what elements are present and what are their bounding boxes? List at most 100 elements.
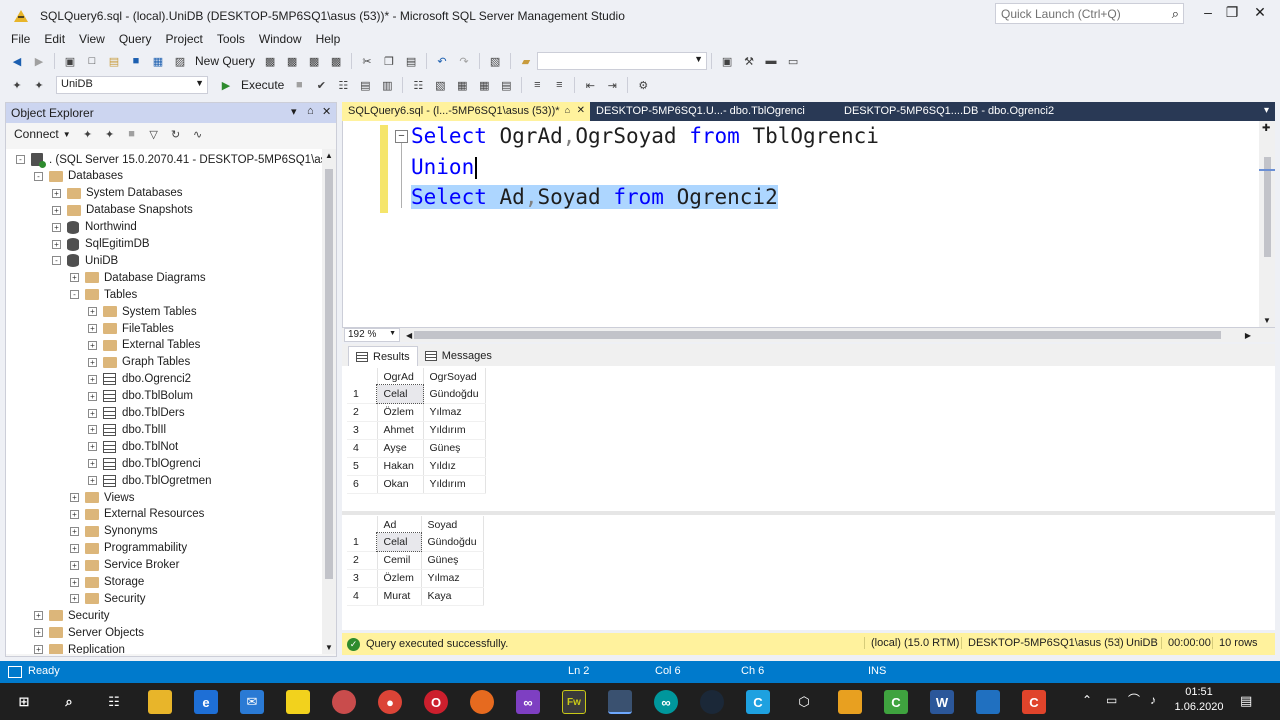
row-number[interactable]: 5: [347, 457, 378, 476]
results-file-icon[interactable]: ▤: [498, 77, 514, 93]
tree-node[interactable]: - UniDB: [52, 252, 118, 269]
expand-icon[interactable]: +: [70, 560, 79, 570]
expand-icon[interactable]: +: [88, 476, 97, 486]
comment-icon[interactable]: ≡: [529, 77, 545, 93]
pin-icon[interactable]: ⌂: [565, 105, 570, 115]
arduino-icon[interactable]: ∞: [654, 690, 678, 714]
tab-tblogrenci[interactable]: DESKTOP-5MP6SQ1.U...- dbo.TblOgrenci: [590, 102, 838, 121]
expand-icon[interactable]: +: [70, 273, 79, 283]
grid-cell[interactable]: Yıldırım: [423, 421, 486, 440]
close-panel-icon[interactable]: ✕: [322, 105, 331, 118]
navigate-icon[interactable]: ▰: [518, 53, 534, 69]
sticky-notes-icon[interactable]: [286, 690, 310, 714]
sql-editor[interactable]: − Select OgrAd,OgrSoyad from TblOgrenci …: [342, 121, 1275, 327]
paint-icon[interactable]: [332, 690, 356, 714]
tree-node[interactable]: + External Tables: [88, 337, 200, 354]
menu-query[interactable]: Query: [112, 32, 159, 46]
tree-node[interactable]: + Database Snapshots: [52, 202, 193, 219]
grid-cell[interactable]: Murat: [377, 587, 422, 606]
grid-cell[interactable]: Güneş: [421, 551, 484, 570]
expand-icon[interactable]: +: [70, 543, 79, 553]
table-row[interactable]: 4 Murat Kaya: [347, 587, 484, 606]
zoom-select[interactable]: 192 % ▼: [344, 328, 400, 342]
result-grid-1[interactable]: OgrAd OgrSoyad 1 Celal Gündoğdu 2 Özlem Yılmaz 3…: [347, 368, 486, 494]
task-view-icon[interactable]: ☷: [102, 690, 126, 714]
change-connection-icon[interactable]: ✦: [31, 77, 47, 93]
tree-node[interactable]: + Server Objects: [34, 624, 144, 641]
expand-icon[interactable]: +: [88, 374, 97, 384]
toolbox-icon[interactable]: ▬: [763, 53, 779, 69]
chevron-down-icon[interactable]: ▼: [63, 130, 71, 139]
expand-icon[interactable]: +: [88, 324, 97, 333]
close-button[interactable]: ✕: [1240, 4, 1280, 21]
photos-icon[interactable]: [976, 690, 1000, 714]
activity-monitor-icon[interactable]: ▧: [487, 53, 503, 69]
scroll-right-icon[interactable]: ▶: [1245, 331, 1251, 340]
expand-icon[interactable]: +: [52, 239, 61, 249]
row-number[interactable]: 3: [347, 569, 378, 588]
results-grid-icon[interactable]: ▦: [476, 77, 492, 93]
column-header[interactable]: Soyad: [421, 516, 484, 533]
tree-node[interactable]: + dbo.TblOgrenci: [88, 455, 201, 472]
tab-results[interactable]: Results: [348, 346, 418, 366]
live-stats-icon[interactable]: ▧: [432, 77, 448, 93]
row-number[interactable]: 1: [347, 385, 378, 404]
editor-scrollbar[interactable]: ✚ ▼: [1259, 121, 1275, 327]
client-stats-icon[interactable]: ▦: [454, 77, 470, 93]
grid-cell[interactable]: Yıldız: [423, 457, 486, 476]
grid-corner[interactable]: [347, 516, 378, 533]
row-number[interactable]: 4: [347, 587, 378, 606]
scroll-up-icon[interactable]: ▲: [325, 151, 333, 160]
tree-node[interactable]: + dbo.TblIl: [88, 421, 166, 438]
grid-cell[interactable]: Celal: [376, 532, 422, 552]
back-icon[interactable]: ◀: [9, 53, 25, 69]
expand-icon[interactable]: +: [70, 577, 79, 587]
row-number[interactable]: 3: [347, 421, 378, 440]
edge-icon[interactable]: e: [194, 690, 218, 714]
clock[interactable]: 01:51 1.06.2020: [1170, 685, 1228, 715]
tree-node[interactable]: + Graph Tables: [88, 354, 190, 371]
find-combo[interactable]: ▼: [537, 52, 708, 70]
tab-messages[interactable]: Messages: [418, 346, 499, 366]
solution-explorer-icon[interactable]: ▣: [719, 53, 735, 69]
undo-icon[interactable]: ↶: [434, 53, 450, 69]
column-header[interactable]: OgrSoyad: [423, 368, 486, 385]
display-plan-icon[interactable]: ☷: [335, 77, 351, 93]
grid-cell[interactable]: Yılmaz: [421, 569, 484, 588]
expand-icon[interactable]: +: [88, 307, 97, 317]
table-row[interactable]: 1 Celal Gündoğdu: [347, 384, 486, 404]
paste-icon[interactable]: ▤: [403, 53, 419, 69]
row-number[interactable]: 4: [347, 439, 378, 458]
tree-node[interactable]: + Synonyms: [70, 523, 158, 540]
expand-icon[interactable]: +: [88, 408, 97, 418]
menu-window[interactable]: Window: [252, 32, 309, 46]
tree-node[interactable]: + Database Diagrams: [70, 269, 206, 286]
capture-app-icon[interactable]: C: [1022, 690, 1046, 714]
archive-icon[interactable]: [838, 690, 862, 714]
menu-file[interactable]: File: [4, 32, 37, 46]
collapse-icon[interactable]: -: [52, 256, 61, 266]
firefox-icon[interactable]: [470, 690, 494, 714]
expand-icon[interactable]: +: [52, 205, 61, 215]
scroll-down-icon[interactable]: ▼: [1263, 316, 1271, 325]
tree-node[interactable]: + dbo.TblBolum: [88, 388, 193, 405]
output-window-icon[interactable]: ▭: [785, 53, 801, 69]
pin-icon[interactable]: ⌂: [307, 105, 314, 117]
row-number[interactable]: 1: [347, 533, 378, 552]
expand-icon[interactable]: +: [52, 188, 61, 198]
collapse-region-icon[interactable]: −: [395, 130, 408, 143]
expand-icon[interactable]: +: [34, 611, 43, 621]
tree-node[interactable]: + System Tables: [88, 303, 197, 320]
visual-studio-icon[interactable]: ∞: [516, 690, 540, 714]
forward-icon[interactable]: ▶: [31, 53, 47, 69]
expand-icon[interactable]: +: [52, 222, 61, 232]
menu-project[interactable]: Project: [159, 32, 210, 46]
grid-cell[interactable]: Ahmet: [377, 421, 424, 440]
grid-cell[interactable]: Gündoğdu: [423, 385, 486, 404]
panel-menu-icon[interactable]: ▾: [291, 105, 297, 118]
scrollbar-thumb[interactable]: [325, 169, 333, 579]
expand-icon[interactable]: +: [88, 442, 97, 452]
result-grid-2[interactable]: Ad Soyad 1 Celal Gündoğdu 2 Cemil Güneş 3 Özlem Yı…: [347, 516, 484, 606]
database-select[interactable]: UniDB ▼: [56, 76, 208, 94]
tree-node[interactable]: + dbo.TblOgretmen: [88, 472, 212, 489]
